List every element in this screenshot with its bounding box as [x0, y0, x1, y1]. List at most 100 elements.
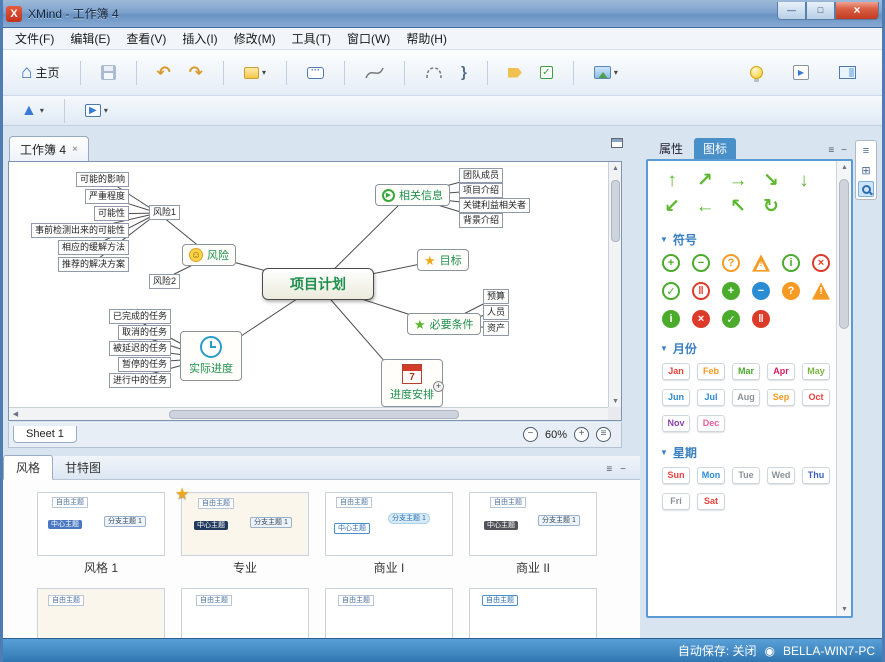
topic-goal[interactable]: ★ 目标 [417, 249, 469, 271]
topic-node[interactable]: 背景介绍 [459, 213, 503, 228]
zoom-out-button[interactable]: − [523, 427, 538, 442]
expand-badge-icon[interactable]: + [433, 381, 444, 392]
scroll-down-icon[interactable]: ▼ [837, 603, 852, 616]
marker-tue[interactable]: Tue [732, 467, 760, 484]
chevron-down-icon[interactable]: ▾ [262, 68, 266, 77]
arrow-up-right-marker[interactable]: ↗ [695, 171, 715, 191]
menu-insert[interactable]: 插入(I) [174, 28, 225, 49]
panel-menu-icon[interactable]: ≡ [606, 464, 612, 475]
arrow-up-left-marker[interactable]: ↖ [728, 197, 748, 217]
marker-jun[interactable]: Jun [662, 389, 690, 406]
topic-node[interactable]: 可能的影响 [76, 172, 129, 187]
image-button[interactable]: ▾ [590, 63, 622, 82]
question-circle-solid-icon[interactable]: ? [782, 282, 800, 300]
undo-button[interactable]: ↶ [153, 62, 175, 84]
home-button[interactable]: ⌂ 主页 [17, 61, 64, 85]
style-thumbnail[interactable]: 自由主题 [37, 588, 165, 638]
topic-node[interactable]: 进行中的任务 [109, 373, 171, 388]
topic-related-info[interactable]: ▶ 相关信息 [375, 184, 450, 206]
chevron-down-icon[interactable]: ▾ [40, 106, 44, 115]
arrow-down-left-marker[interactable]: ↙ [662, 197, 682, 217]
topic-node[interactable]: 推荐的解决方案 [58, 257, 129, 272]
menu-view[interactable]: 查看(V) [118, 28, 174, 49]
collapse-panels-icon[interactable]: ≡ [858, 143, 874, 159]
marker-jul[interactable]: Jul [697, 389, 725, 406]
close-tab-icon[interactable]: × [72, 144, 78, 155]
redo-button[interactable]: ↷ [185, 62, 207, 84]
style-thumbnail[interactable]: ★ 自由主题 中心主题 分支主题 1 专业 [181, 492, 309, 576]
export-button[interactable]: ▶ ▾ [81, 101, 112, 120]
marker-dec[interactable]: Dec [697, 415, 725, 432]
warning-triangle-icon[interactable]: ! [752, 254, 770, 272]
topic-node[interactable]: 严重程度 [85, 189, 129, 204]
presentation-button[interactable]: ▶ [789, 62, 813, 83]
topic-node[interactable]: 团队成员 [459, 168, 503, 183]
save-button[interactable] [97, 62, 120, 83]
topic-node[interactable]: 预算 [483, 289, 509, 304]
marker-mon[interactable]: Mon [697, 467, 725, 484]
panel-menu-icon[interactable]: ≡ [828, 145, 834, 156]
panel-minimize-icon[interactable]: − [841, 145, 847, 156]
marker-nov[interactable]: Nov [662, 415, 690, 432]
cross-circle-icon[interactable]: × [812, 254, 830, 272]
minimize-button[interactable]: — [777, 2, 806, 20]
tab-style[interactable]: 风格 [3, 455, 53, 480]
scroll-thumb[interactable] [611, 180, 620, 242]
section-weeks[interactable]: ▼ 星期 [660, 444, 832, 461]
topic-node[interactable]: 风险1 [149, 205, 180, 220]
topic-node[interactable]: 事前检测出来的可能性 [31, 223, 129, 238]
topic-node[interactable]: 取消的任务 [118, 325, 171, 340]
menu-window[interactable]: 窗口(W) [339, 28, 398, 49]
arrow-left-marker[interactable]: ← [695, 197, 715, 217]
style-thumbnail[interactable]: 自由主题 中心主题 分支主题 1 商业 II [469, 492, 597, 576]
chevron-down-icon[interactable]: ▾ [104, 106, 108, 115]
menu-tools[interactable]: 工具(T) [284, 28, 339, 49]
marker-jan[interactable]: Jan [662, 363, 690, 380]
section-months[interactable]: ▼ 月份 [660, 340, 832, 357]
check-circle-icon[interactable]: ✓ [662, 282, 680, 300]
notes-button[interactable] [303, 64, 328, 82]
scroll-left-icon[interactable]: ◀ [9, 408, 22, 421]
topic-actual-progress[interactable]: 实际进度 [180, 331, 242, 381]
pause-circle-icon[interactable]: ‖ [692, 282, 710, 300]
topic-risk[interactable]: ☺ 风险 [182, 244, 236, 266]
style-thumbnail[interactable]: 自由主题 [469, 588, 597, 638]
topic-node[interactable]: 项目介绍 [459, 183, 503, 198]
label-button[interactable] [504, 65, 526, 81]
sheet-tab[interactable]: Sheet 1 [13, 426, 77, 443]
marker-may[interactable]: May [802, 363, 830, 380]
topic-node[interactable]: 关键利益相关者 [459, 198, 530, 213]
topic-node[interactable]: 相应的缓解方法 [58, 240, 129, 255]
marker-wed[interactable]: Wed [767, 467, 795, 484]
pause-circle-solid-icon[interactable]: ‖ [752, 310, 770, 328]
topic-node[interactable]: 可能性 [94, 206, 129, 221]
zoom-fit-button[interactable]: ≡ [596, 427, 611, 442]
info-circle-icon[interactable]: i [782, 254, 800, 272]
arrow-down-right-marker[interactable]: ↘ [761, 171, 781, 191]
vertical-scrollbar[interactable]: ▲ ▼ [608, 162, 621, 408]
warning-triangle-solid-icon[interactable]: ! [812, 282, 830, 300]
check-circle-solid-icon[interactable]: ✓ [722, 310, 740, 328]
minus-circle-solid-icon[interactable]: − [752, 282, 770, 300]
plus-circle-icon[interactable]: + [662, 254, 680, 272]
style-thumbnail[interactable]: 自由主题 [325, 588, 453, 638]
arrow-up-marker[interactable]: ↑ [662, 171, 682, 191]
tab-markers[interactable]: 图标 [694, 138, 736, 159]
scroll-thumb[interactable] [839, 179, 849, 329]
close-button[interactable]: × [835, 2, 879, 20]
task-button[interactable]: ✓ [536, 63, 557, 82]
marker-thu[interactable]: Thu [802, 467, 830, 484]
panel-scrollbar[interactable]: ▲ ▼ [836, 161, 851, 616]
topic-node[interactable]: 已完成的任务 [109, 309, 171, 324]
topic-node[interactable]: 被延迟的任务 [109, 341, 171, 356]
scroll-up-icon[interactable]: ▲ [609, 162, 622, 175]
summary-button[interactable]: } [457, 61, 471, 84]
topic-node[interactable]: 资产 [483, 321, 509, 336]
menu-help[interactable]: 帮助(H) [398, 28, 455, 49]
marker-sep[interactable]: Sep [767, 389, 795, 406]
style-thumbnail[interactable]: 自由主题 [181, 588, 309, 638]
panels-button[interactable] [835, 63, 860, 82]
info-circle-solid-icon[interactable]: i [662, 310, 680, 328]
maximize-button[interactable]: □ [806, 2, 835, 20]
marker-feb[interactable]: Feb [697, 363, 725, 380]
